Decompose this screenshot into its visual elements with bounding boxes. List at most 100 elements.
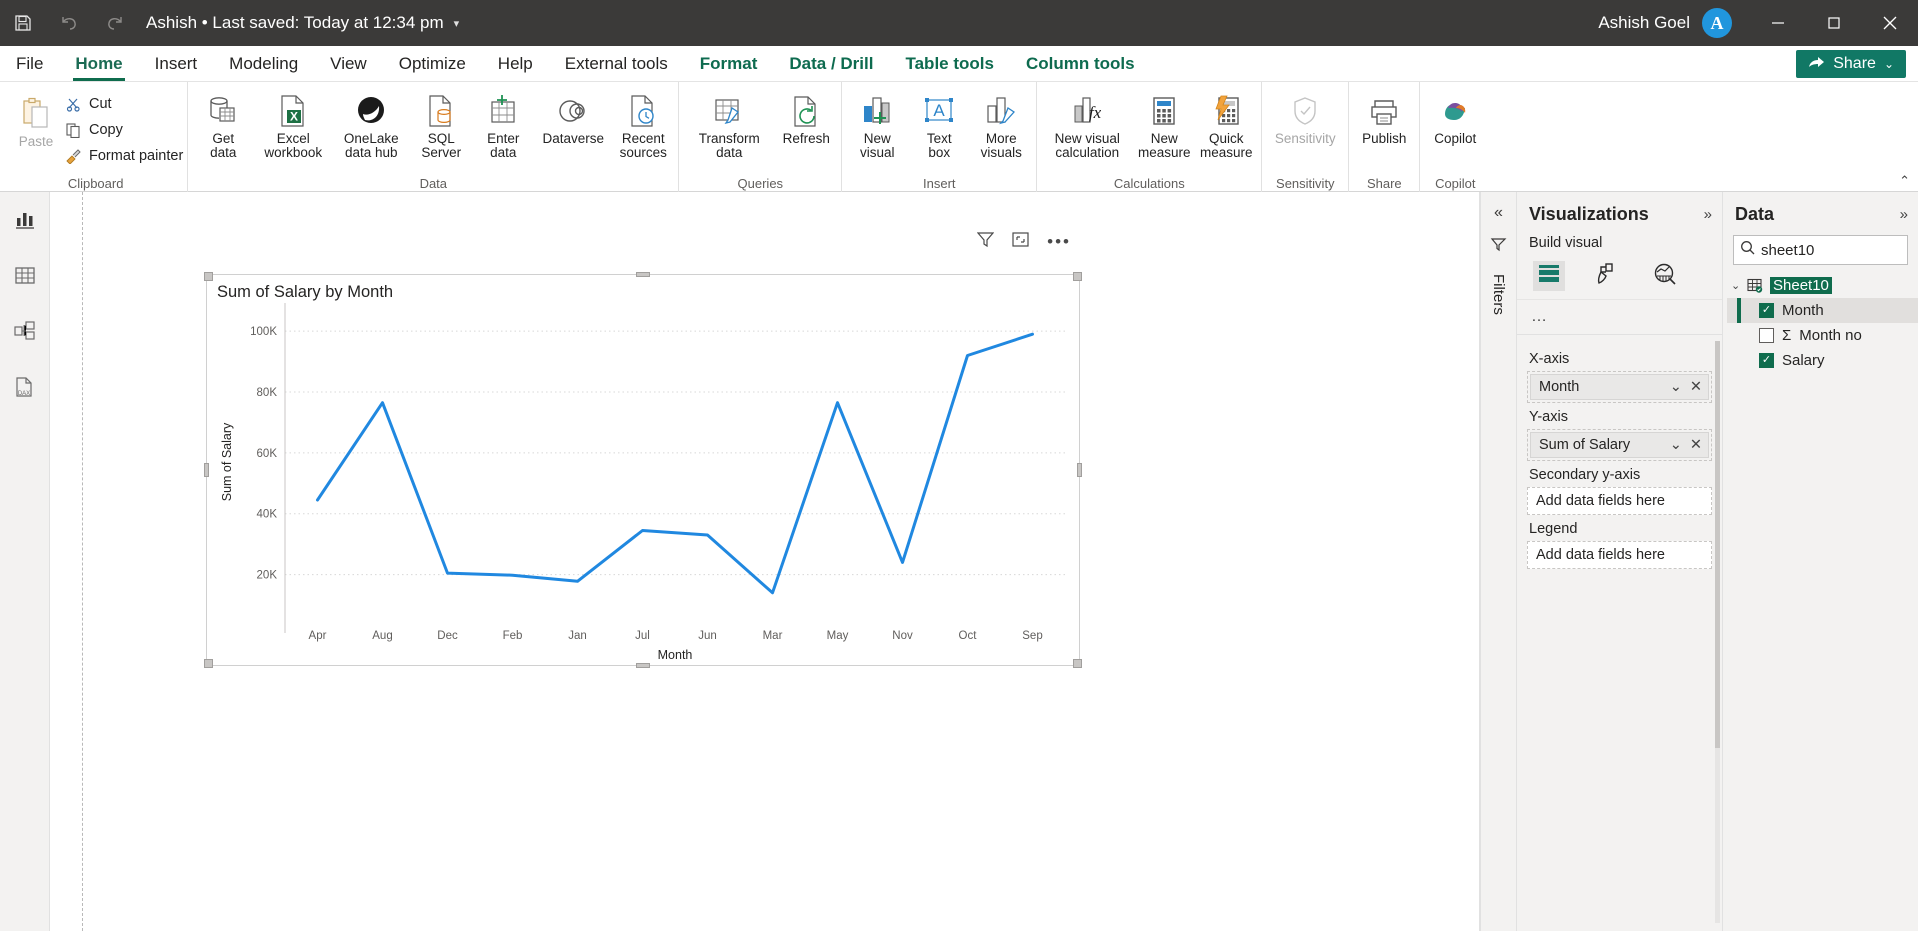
resize-handle-top-right[interactable] <box>1073 272 1082 281</box>
field-checkbox-salary[interactable] <box>1759 353 1774 368</box>
focus-mode-icon[interactable] <box>1012 231 1029 253</box>
data-search-input[interactable] <box>1761 242 1918 259</box>
visualizations-pane-title: Visualizations <box>1529 204 1649 225</box>
well-y-axis[interactable]: Sum of Salary ⌄ ✕ <box>1527 429 1712 461</box>
tab-data-drill[interactable]: Data / Drill <box>773 46 889 81</box>
field-chip-month[interactable]: Month ⌄ ✕ <box>1530 374 1709 400</box>
well-x-axis[interactable]: Month ⌄ ✕ <box>1527 371 1712 403</box>
sql-server-button[interactable]: SQL Server <box>410 86 472 160</box>
format-painter-button[interactable]: Format painter <box>64 144 183 168</box>
resize-handle-left[interactable] <box>204 463 209 477</box>
resize-handle-top[interactable] <box>636 272 650 277</box>
new-measure-icon <box>1149 90 1179 132</box>
tab-help[interactable]: Help <box>482 46 549 81</box>
more-visuals-button[interactable]: More visuals <box>970 86 1032 160</box>
tab-column-tools[interactable]: Column tools <box>1010 46 1151 81</box>
chevron-down-icon[interactable]: ⌄ <box>1670 437 1682 453</box>
expand-right-icon[interactable]: » <box>1704 206 1712 223</box>
format-visual-tab[interactable] <box>1591 261 1623 291</box>
resize-handle-top-left[interactable] <box>204 272 213 281</box>
expand-right-icon[interactable]: » <box>1900 206 1908 223</box>
get-data-button[interactable]: Get data <box>192 86 254 160</box>
tab-optimize[interactable]: Optimize <box>383 46 482 81</box>
refresh-button[interactable]: Refresh <box>775 86 837 146</box>
data-pane: Data » ⌄ Sheet10 Month <box>1722 192 1918 931</box>
table-node-sheet10[interactable]: ⌄ Sheet10 <box>1727 273 1918 298</box>
resize-handle-bottom[interactable] <box>636 663 650 668</box>
undo-icon[interactable] <box>46 0 92 46</box>
tab-format[interactable]: Format <box>684 46 774 81</box>
data-field-tree: ⌄ Sheet10 Month Σ Month no Salary <box>1723 273 1918 373</box>
filter-icon[interactable] <box>977 231 994 253</box>
field-month-no[interactable]: Σ Month no <box>1727 323 1918 348</box>
get-data-label: Get data <box>210 132 236 160</box>
more-options-icon[interactable]: ••• <box>1047 237 1071 247</box>
chevron-down-icon[interactable]: ⌄ <box>1670 379 1682 395</box>
sidebar-item-dax-query-view[interactable]: DAX <box>7 372 43 406</box>
onelake-data-hub-button[interactable]: OneLake data hub <box>332 86 410 160</box>
paste-button[interactable]: Paste <box>8 86 64 149</box>
new-measure-button[interactable]: New measure <box>1133 86 1195 160</box>
resize-handle-right[interactable] <box>1077 463 1082 477</box>
new-visual-button[interactable]: New visual <box>846 86 908 160</box>
remove-field-icon[interactable]: ✕ <box>1690 437 1702 453</box>
tab-file[interactable]: File <box>0 46 59 81</box>
quick-measure-button[interactable]: Quick measure <box>1195 86 1257 160</box>
report-canvas[interactable]: ••• Sum of Salary by Month 20K40K60K80K1… <box>50 192 1480 931</box>
build-visual-tab[interactable] <box>1533 261 1565 291</box>
sidebar-item-model-view[interactable] <box>7 316 43 350</box>
text-box-button[interactable]: A Text box <box>908 86 970 160</box>
redo-icon[interactable] <box>92 0 138 46</box>
line-chart-visual[interactable]: ••• Sum of Salary by Month 20K40K60K80K1… <box>206 274 1080 666</box>
transform-data-button[interactable]: Transform data <box>683 86 775 160</box>
minimize-button[interactable] <box>1750 0 1806 46</box>
svg-text:A: A <box>934 101 946 120</box>
maximize-button[interactable] <box>1806 0 1862 46</box>
recent-sources-button[interactable]: Recent sources <box>612 86 674 160</box>
tab-modeling[interactable]: Modeling <box>213 46 314 81</box>
collapse-left-icon[interactable]: « <box>1494 204 1503 222</box>
sensitivity-button[interactable]: Sensitivity <box>1266 86 1344 146</box>
data-search-box[interactable] <box>1733 235 1908 265</box>
dataverse-label: Dataverse <box>543 132 605 146</box>
group-label-copilot: Copilot <box>1424 176 1486 192</box>
well-secondary-y-axis[interactable]: Add data fields here <box>1527 487 1712 515</box>
copilot-button[interactable]: Copilot <box>1424 86 1486 146</box>
publish-button[interactable]: Publish <box>1353 86 1415 146</box>
chevron-down-icon[interactable]: ⌄ <box>1731 279 1741 292</box>
analytics-tab[interactable] <box>1649 261 1681 291</box>
field-checkbox-month-no[interactable] <box>1759 328 1774 343</box>
sidebar-item-table-view[interactable] <box>7 260 43 294</box>
enter-data-button[interactable]: Enter data <box>472 86 534 160</box>
more-visual-types-icon[interactable]: … <box>1517 306 1722 334</box>
tab-external-tools[interactable]: External tools <box>549 46 684 81</box>
filter-funnel-icon[interactable] <box>1490 236 1507 258</box>
close-button[interactable] <box>1862 0 1918 46</box>
field-checkbox-month[interactable] <box>1759 303 1774 318</box>
tab-table-tools[interactable]: Table tools <box>889 46 1009 81</box>
save-icon[interactable] <box>0 0 46 46</box>
tab-home[interactable]: Home <box>59 46 138 81</box>
copy-button[interactable]: Copy <box>64 118 183 142</box>
field-wells-scrollbar[interactable] <box>1715 341 1720 923</box>
resize-handle-bottom-right[interactable] <box>1073 659 1082 668</box>
resize-handle-bottom-left[interactable] <box>204 659 213 668</box>
ribbon-group-queries: Transform data Refresh Queries <box>678 82 841 192</box>
share-button[interactable]: Share ⌄ <box>1796 50 1906 78</box>
chevron-down-icon[interactable]: ▾ <box>454 17 460 30</box>
cut-button[interactable]: Cut <box>64 92 183 116</box>
field-month[interactable]: Month <box>1727 298 1918 323</box>
svg-text:Feb: Feb <box>503 630 523 642</box>
avatar[interactable]: A <box>1702 8 1732 38</box>
new-visual-calculation-button[interactable]: fx New visual calculation <box>1041 86 1133 160</box>
remove-field-icon[interactable]: ✕ <box>1690 379 1702 395</box>
sidebar-item-report-view[interactable] <box>7 204 43 238</box>
collapse-ribbon-icon[interactable]: ⌃ <box>1899 173 1910 189</box>
excel-workbook-button[interactable]: X Excel workbook <box>254 86 332 160</box>
tab-insert[interactable]: Insert <box>139 46 214 81</box>
field-salary[interactable]: Salary <box>1727 348 1918 373</box>
field-chip-sum-of-salary[interactable]: Sum of Salary ⌄ ✕ <box>1530 432 1709 458</box>
dataverse-button[interactable]: Dataverse <box>534 86 612 146</box>
tab-view[interactable]: View <box>314 46 383 81</box>
well-legend[interactable]: Add data fields here <box>1527 541 1712 569</box>
